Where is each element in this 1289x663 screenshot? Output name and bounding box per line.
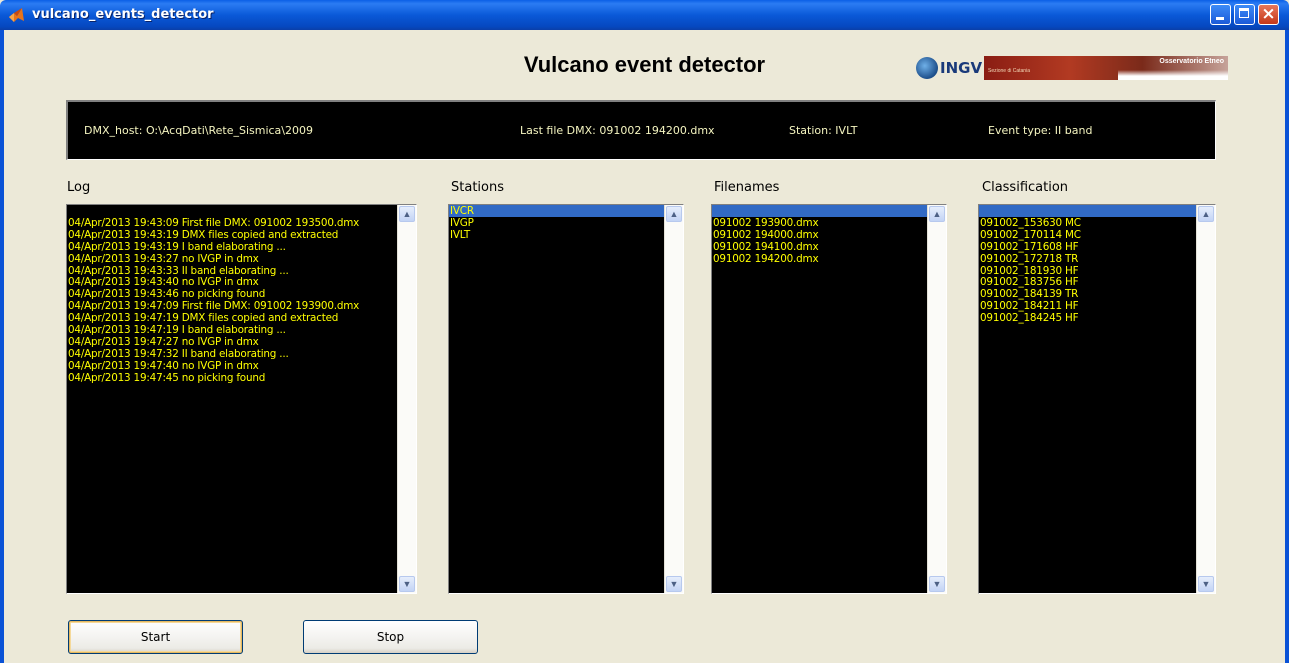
list-item[interactable]: 091002_172718 TR bbox=[979, 253, 1197, 265]
logo-text: INGV bbox=[940, 59, 983, 77]
stations-list: IVCR IVGP IVLT bbox=[449, 205, 665, 593]
list-item[interactable]: IVLT bbox=[449, 229, 665, 241]
scroll-down-icon[interactable]: ▼ bbox=[666, 576, 682, 592]
scroll-down-icon[interactable]: ▼ bbox=[399, 576, 415, 592]
filenames-listbox[interactable]: 091002 193900.dmx 091002 194000.dmx 091002… bbox=[711, 204, 947, 594]
list-item[interactable]: 04/Apr/2013 19:43:19 DMX files copied an… bbox=[67, 229, 398, 241]
list-item[interactable]: 04/Apr/2013 19:43:27 no IVGP in dmx bbox=[67, 253, 398, 265]
stations-scrollbar[interactable]: ▲ ▼ bbox=[664, 205, 683, 593]
minimize-button[interactable] bbox=[1210, 4, 1231, 25]
mountain-graphic bbox=[1118, 70, 1228, 80]
stop-button[interactable]: Stop bbox=[303, 620, 478, 654]
filenames-label: Filenames bbox=[714, 180, 780, 195]
log-listbox[interactable]: 04/Apr/2013 19:43:09 First file DMX: 091… bbox=[66, 204, 417, 594]
list-item[interactable]: 04/Apr/2013 19:47:27 no IVGP in dmx bbox=[67, 336, 398, 348]
start-button[interactable]: Start bbox=[68, 620, 243, 654]
classification-scrollbar[interactable]: ▲ ▼ bbox=[1196, 205, 1215, 593]
list-item[interactable]: 04/Apr/2013 19:47:32 II band elaborating… bbox=[67, 348, 398, 360]
minimize-icon bbox=[1216, 17, 1224, 20]
list-item[interactable]: 091002_184245 HF bbox=[979, 312, 1197, 324]
list-item[interactable]: IVGP bbox=[449, 217, 665, 229]
list-item[interactable]: 04/Apr/2013 19:47:09 First file DMX: 091… bbox=[67, 300, 398, 312]
filenames-list: 091002 193900.dmx 091002 194000.dmx 091002… bbox=[712, 205, 928, 593]
stations-listbox[interactable]: IVCR IVGP IVLT ▲ ▼ bbox=[448, 204, 684, 594]
log-scrollbar[interactable]: ▲ ▼ bbox=[397, 205, 416, 593]
list-item[interactable]: 091002 193900.dmx bbox=[712, 217, 928, 229]
list-item[interactable]: 04/Apr/2013 19:43:19 I band elaborating … bbox=[67, 241, 398, 253]
log-list: 04/Apr/2013 19:43:09 First file DMX: 091… bbox=[67, 205, 398, 593]
list-item[interactable] bbox=[979, 205, 1197, 217]
list-item[interactable]: 04/Apr/2013 19:43:46 no picking found bbox=[67, 288, 398, 300]
title-bar[interactable]: vulcano_events_detector × bbox=[0, 0, 1289, 30]
scroll-down-icon[interactable]: ▼ bbox=[1198, 576, 1214, 592]
maximize-button[interactable] bbox=[1234, 4, 1255, 25]
status-panel: DMX_host: O:\AcqDati\Rete_Sismica\2009 L… bbox=[66, 100, 1216, 160]
list-item[interactable]: 04/Apr/2013 19:43:09 First file DMX: 091… bbox=[67, 217, 398, 229]
close-button[interactable]: × bbox=[1258, 4, 1279, 25]
list-item[interactable]: 091002_184139 TR bbox=[979, 288, 1197, 300]
filenames-scrollbar[interactable]: ▲ ▼ bbox=[927, 205, 946, 593]
ingv-logo: INGV Sezione di Catania Osservatorio Etn… bbox=[914, 54, 1228, 82]
status-station: Station: IVLT bbox=[789, 124, 858, 137]
maximize-icon bbox=[1239, 8, 1249, 18]
classification-listbox[interactable]: 091002_153630 MC 091002_170114 MC 091002_1… bbox=[978, 204, 1216, 594]
list-item[interactable]: 091002_153630 MC bbox=[979, 217, 1197, 229]
list-item[interactable]: 091002 194200.dmx bbox=[712, 253, 928, 265]
logo-tagline: Sezione di Catania bbox=[988, 68, 1030, 74]
list-item[interactable]: 091002 194100.dmx bbox=[712, 241, 928, 253]
scroll-up-icon[interactable]: ▲ bbox=[399, 206, 415, 222]
window-title: vulcano_events_detector bbox=[32, 7, 214, 22]
list-item[interactable]: 091002_171608 HF bbox=[979, 241, 1197, 253]
list-item[interactable]: 04/Apr/2013 19:47:40 no IVGP in dmx bbox=[67, 360, 398, 372]
scroll-down-icon[interactable]: ▼ bbox=[929, 576, 945, 592]
list-item[interactable]: 091002_183756 HF bbox=[979, 276, 1197, 289]
log-label: Log bbox=[67, 180, 91, 195]
list-item[interactable]: 091002_184211 HF bbox=[979, 300, 1197, 312]
list-item[interactable]: 091002_181930 HF bbox=[979, 265, 1197, 277]
scroll-up-icon[interactable]: ▲ bbox=[666, 206, 682, 222]
list-item[interactable]: 091002 194000.dmx bbox=[712, 229, 928, 241]
status-dmx-host: DMX_host: O:\AcqDati\Rete_Sismica\2009 bbox=[84, 124, 313, 137]
globe-icon bbox=[916, 57, 938, 79]
list-item[interactable]: 04/Apr/2013 19:47:19 DMX files copied an… bbox=[67, 312, 398, 324]
close-icon: × bbox=[1261, 4, 1276, 24]
classification-label: Classification bbox=[982, 180, 1069, 195]
scroll-up-icon[interactable]: ▲ bbox=[1198, 206, 1214, 222]
logo-banner: Sezione di Catania Osservatorio Etneo bbox=[984, 56, 1228, 80]
list-item[interactable] bbox=[712, 205, 928, 217]
list-item[interactable]: 04/Apr/2013 19:47:19 I band elaborating … bbox=[67, 324, 398, 336]
list-item[interactable]: 04/Apr/2013 19:43:40 no IVGP in dmx bbox=[67, 276, 398, 289]
logo-subtitle: Osservatorio Etneo bbox=[1159, 58, 1224, 65]
list-item[interactable]: 04/Apr/2013 19:47:45 no picking found bbox=[67, 372, 398, 384]
list-item[interactable]: IVCR bbox=[449, 205, 665, 217]
list-item[interactable] bbox=[67, 205, 398, 217]
status-last-file: Last file DMX: 091002 194200.dmx bbox=[520, 124, 715, 137]
matlab-icon bbox=[9, 8, 24, 22]
stations-label: Stations bbox=[451, 180, 504, 195]
status-event-type: Event type: II band bbox=[988, 124, 1093, 137]
list-item[interactable]: 04/Apr/2013 19:43:33 II band elaborating… bbox=[67, 265, 398, 277]
list-item[interactable]: 091002_170114 MC bbox=[979, 229, 1197, 241]
scroll-up-icon[interactable]: ▲ bbox=[929, 206, 945, 222]
classification-list: 091002_153630 MC 091002_170114 MC 091002_1… bbox=[979, 205, 1197, 593]
